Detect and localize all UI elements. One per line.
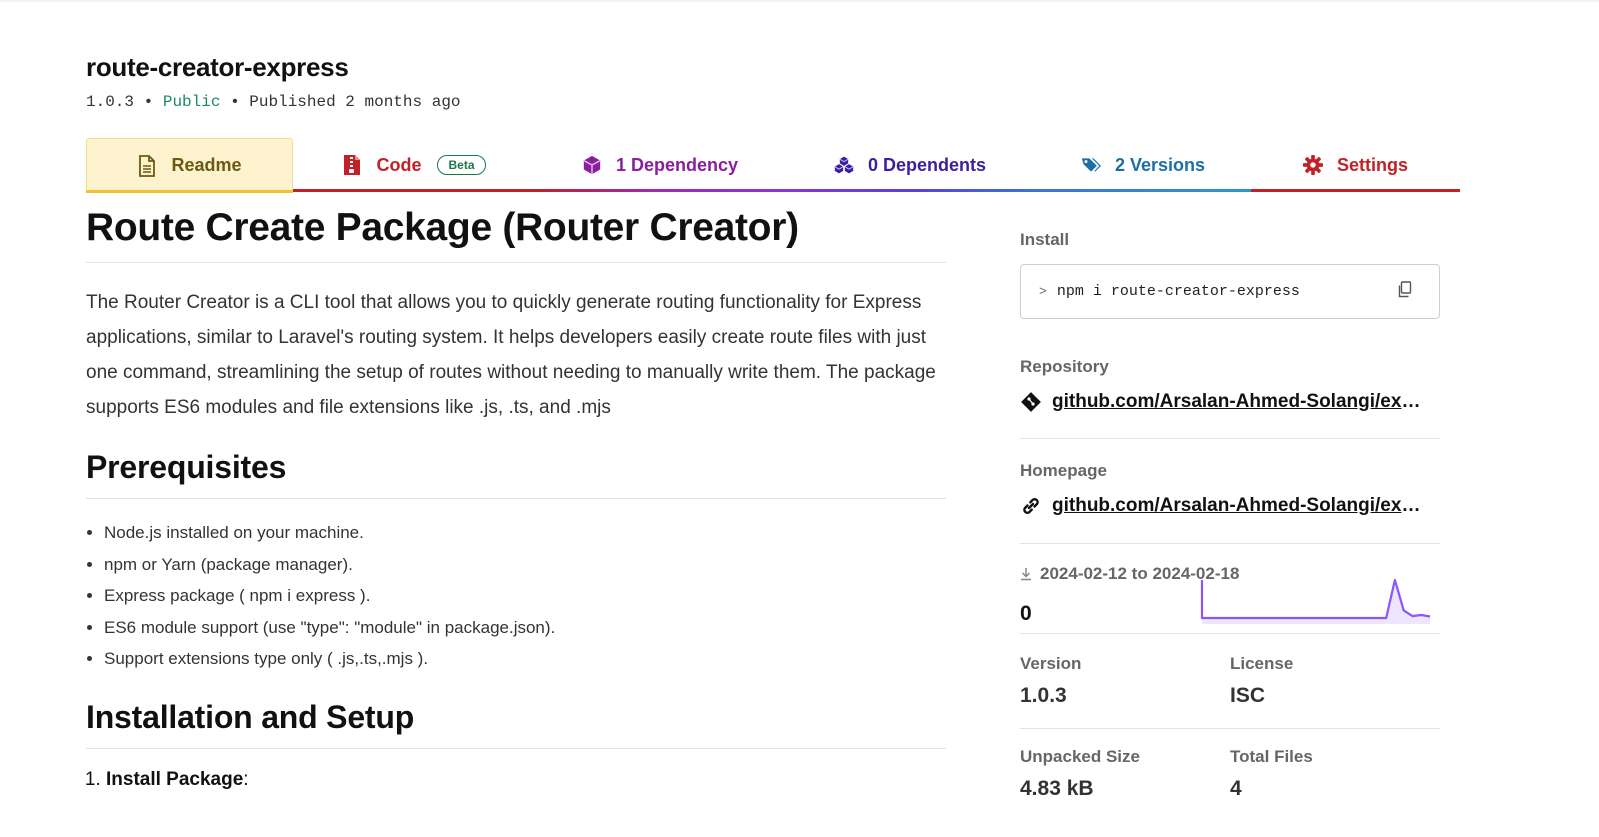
prerequisites-heading: Prerequisites: [86, 449, 946, 499]
total-files-value: 4: [1230, 777, 1242, 800]
unpacked-size-value: 4.83 kB: [1020, 777, 1094, 800]
readme-file-icon: [137, 154, 157, 177]
package-tabs: Readme Code Beta 1 Dependency 0 Dependen…: [86, 138, 1460, 193]
total-files-label: Total Files: [1230, 747, 1313, 766]
package-header: route-creator-express 1.0.3 • Public • P…: [86, 52, 461, 111]
install-command-box[interactable]: > npm i route-creator-express: [1020, 264, 1440, 319]
repository-link[interactable]: github.com/Arsalan-Ahmed-Solangi/express…: [1052, 391, 1424, 413]
list-item: npm or Yarn (package manager).: [104, 549, 946, 581]
version-label: Version: [1020, 654, 1082, 673]
installation-heading: Installation and Setup: [86, 699, 946, 749]
homepage-row: github.com/Arsalan-Ahmed-Solangi/express…: [1020, 495, 1440, 517]
meta-separator: •: [230, 93, 240, 111]
tab-dependencies[interactable]: 1 Dependency: [535, 138, 785, 192]
gear-icon: [1302, 155, 1323, 175]
repository-row: github.com/Arsalan-Ahmed-Solangi/express…: [1020, 391, 1440, 413]
downloads-count: 0: [1020, 602, 1032, 625]
readme-content: Route Create Package (Router Creator) Th…: [86, 206, 946, 791]
install-label: Install: [1020, 230, 1070, 249]
tab-label: 2 Versions: [1114, 154, 1206, 175]
list-item: ES6 module support (use "type": "module"…: [104, 612, 946, 644]
downloads-sparkline[interactable]: [1200, 576, 1432, 634]
published-date: Published 2 months ago: [249, 93, 461, 111]
steps-list: Install Package:: [86, 769, 946, 791]
unpacked-size-cell: Unpacked Size 4.83 kB: [1020, 747, 1230, 801]
code-file-icon: [342, 155, 362, 175]
size-files-row: Unpacked Size 4.83 kB Total Files 4: [1020, 747, 1440, 801]
version-cell: Version 1.0.3: [1020, 654, 1230, 708]
step-title: Install Package: [106, 768, 244, 790]
weekly-downloads-section: 2024-02-12 to 2024-02-18 0: [1020, 564, 1440, 634]
install-command[interactable]: npm i route-creator-express: [1057, 283, 1300, 300]
cube-icon: [582, 155, 602, 175]
license-cell: License ISC: [1230, 654, 1440, 708]
tab-dependents[interactable]: 0 Dependents: [785, 138, 1035, 192]
homepage-label: Homepage: [1020, 461, 1107, 480]
repository-label: Repository: [1020, 357, 1109, 376]
sidebar: Install > npm i route-creator-express Re…: [1020, 230, 1440, 801]
tab-label: Readme: [171, 155, 242, 175]
tab-readme[interactable]: Readme: [86, 138, 293, 193]
tags-icon: [1081, 155, 1101, 175]
unpacked-size-label: Unpacked Size: [1020, 747, 1140, 766]
package-name: route-creator-express: [86, 52, 349, 82]
list-item: Express package ( npm i express ).: [104, 580, 946, 612]
list-item: Install Package:: [106, 769, 946, 791]
readme-intro: The Router Creator is a CLI tool that al…: [86, 292, 936, 418]
readme-title: Route Create Package (Router Creator): [86, 206, 946, 263]
visibility-label: Public: [162, 93, 221, 111]
step-suffix: :: [243, 768, 249, 790]
total-files-cell: Total Files 4: [1230, 747, 1440, 801]
tab-label: 0 Dependents: [867, 154, 987, 175]
tab-versions[interactable]: 2 Versions: [1035, 138, 1251, 192]
tab-label: Code: [376, 154, 422, 175]
cubes-icon: [834, 155, 854, 175]
tab-settings[interactable]: Settings: [1251, 138, 1460, 192]
git-icon: [1020, 391, 1042, 413]
homepage-link[interactable]: github.com/Arsalan-Ahmed-Solangi/express…: [1052, 495, 1424, 517]
copy-icon[interactable]: [1397, 281, 1413, 299]
version-value: 1.0.3: [1020, 684, 1067, 707]
beta-badge: Beta: [437, 155, 486, 175]
tab-code[interactable]: Code Beta: [293, 138, 535, 192]
top-border: [0, 0, 1599, 2]
link-icon: [1020, 495, 1042, 517]
package-version: 1.0.3: [86, 93, 135, 111]
license-label: License: [1230, 654, 1294, 673]
list-item: Support extensions type only ( .js,.ts,.…: [104, 643, 946, 675]
repository-section: Repository github.com/Arsalan-Ahmed-Sola…: [1020, 357, 1440, 439]
list-item: Node.js installed on your machine.: [104, 517, 946, 549]
package-meta: 1.0.3 • Public • Published 2 months ago: [86, 93, 461, 111]
tab-label: Settings: [1336, 154, 1408, 175]
download-icon: [1021, 568, 1031, 581]
version-license-row: Version 1.0.3 License ISC: [1020, 654, 1440, 729]
license-value: ISC: [1230, 684, 1266, 707]
meta-separator: •: [143, 93, 154, 111]
tab-label: 1 Dependency: [615, 154, 739, 175]
prerequisites-list: Node.js installed on your machine. npm o…: [86, 517, 946, 675]
prompt-chevron-icon: >: [1039, 284, 1047, 299]
homepage-section: Homepage github.com/Arsalan-Ahmed-Solang…: [1020, 461, 1440, 544]
